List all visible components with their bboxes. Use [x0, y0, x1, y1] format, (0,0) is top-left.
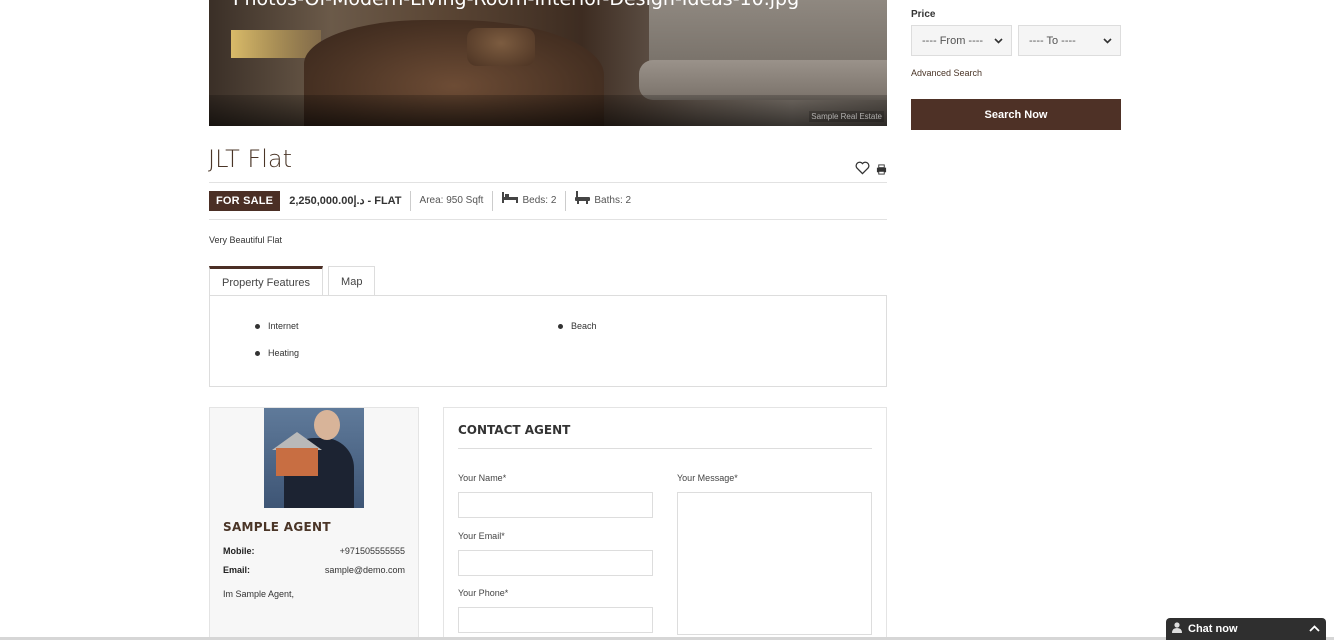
- photo-watermark: Sample Real Estate: [809, 111, 884, 122]
- email-label-text: Your Email: [458, 531, 502, 541]
- property-description: Very Beautiful Flat: [209, 235, 283, 245]
- agent-card: SAMPLE AGENT Mobile: +971505555555 Email…: [209, 407, 419, 640]
- price-from-select[interactable]: ---- From ----: [911, 25, 1012, 56]
- agent-email[interactable]: sample@demo.com: [325, 565, 405, 575]
- property-actions: [855, 161, 887, 180]
- print-icon[interactable]: [876, 162, 887, 180]
- agent-photo[interactable]: [264, 408, 364, 508]
- favorite-heart-icon[interactable]: [855, 161, 870, 180]
- bullet-icon: [558, 323, 563, 329]
- bathtub-icon: [575, 190, 591, 212]
- feature-label: Heating: [268, 348, 300, 358]
- contact-title: CONTACT AGENT: [458, 423, 571, 437]
- features-panel: Internet Beach Heating: [209, 295, 887, 387]
- beds-info: Beds: 2: [493, 191, 567, 211]
- feature-label: Internet: [268, 321, 299, 331]
- feature-label: Beach: [571, 321, 597, 331]
- advanced-search-link[interactable]: Advanced Search: [911, 68, 982, 78]
- phone-label: Your Phone*: [458, 588, 508, 598]
- meta-divider: [209, 219, 887, 220]
- email-input[interactable]: [458, 550, 653, 576]
- chevron-down-icon: [994, 35, 1003, 47]
- phone-input[interactable]: [458, 607, 653, 633]
- property-tabs: Property Features Map: [209, 266, 376, 296]
- message-label: Your Message*: [677, 473, 738, 483]
- search-now-button[interactable]: Search Now: [911, 99, 1121, 130]
- chat-label: Chat now: [1188, 623, 1238, 635]
- user-icon: [1172, 622, 1182, 636]
- required-mark: *: [734, 473, 738, 483]
- beds-text: Beds: 2: [522, 195, 557, 206]
- property-photo[interactable]: Photos-Of-Modern-Living-Room-Interior-De…: [209, 0, 887, 126]
- agent-mobile-row: Mobile: +971505555555: [223, 546, 405, 556]
- bullet-icon: [255, 350, 260, 356]
- price-to-select[interactable]: ---- To ----: [1018, 25, 1121, 56]
- contact-divider: [458, 448, 872, 449]
- email-label: Your Email*: [458, 531, 505, 541]
- mobile-label: Mobile:: [223, 546, 255, 556]
- baths-text: Baths: 2: [594, 195, 632, 206]
- chevron-down-icon: [1103, 35, 1112, 47]
- agent-name[interactable]: SAMPLE AGENT: [223, 520, 331, 534]
- feature-item: Beach: [558, 321, 597, 331]
- agent-bio-text: Im Sample Agent,: [223, 589, 295, 599]
- required-mark: *: [501, 531, 505, 541]
- chevron-up-icon[interactable]: [1309, 623, 1320, 635]
- price-to-value: ---- To ----: [1029, 34, 1076, 47]
- property-meta: FOR SALE 2,250,000.00د.إ - FLAT Area: 95…: [209, 190, 640, 212]
- contact-agent-form: CONTACT AGENT Your Name* Your Email* You…: [443, 407, 887, 640]
- title-divider: [209, 182, 887, 183]
- tab-map[interactable]: Map: [328, 266, 376, 296]
- message-textarea[interactable]: [677, 492, 872, 635]
- tab-property-features[interactable]: Property Features: [209, 266, 324, 296]
- price-from-value: ---- From ----: [922, 34, 984, 47]
- price-label: Price: [911, 9, 936, 20]
- hero-floor-shade: [209, 95, 887, 126]
- property-price: 2,250,000.00د.إ - FLAT: [289, 191, 411, 211]
- bed-icon: [502, 191, 519, 211]
- property-title: JLT Flat: [208, 145, 293, 173]
- required-mark: *: [502, 473, 507, 483]
- message-label-text: Your Message: [677, 473, 735, 483]
- house-model: [276, 448, 318, 476]
- email-label: Email:: [223, 565, 251, 575]
- area-info: Area: 950 Sqft: [411, 191, 494, 211]
- name-label: Your Name*: [458, 473, 506, 483]
- agent-bio: Im Sample Agent,: [223, 589, 405, 599]
- feature-item: Internet: [255, 321, 299, 331]
- hero-sofa-seat: [639, 60, 887, 100]
- area-text: Area: 950 Sqft: [419, 195, 484, 206]
- hero-pouf: [467, 28, 535, 66]
- chat-widget[interactable]: Chat now: [1166, 618, 1326, 640]
- baths-info: Baths: 2: [566, 190, 640, 212]
- photo-caption: Photos-Of-Modern-Living-Room-Interior-De…: [233, 0, 799, 10]
- name-input[interactable]: [458, 492, 653, 518]
- feature-item: Heating: [255, 348, 299, 358]
- phone-label-text: Your Phone: [458, 588, 505, 598]
- name-label-text: Your Name: [458, 473, 503, 483]
- bullet-icon: [255, 323, 260, 329]
- required-mark: *: [504, 588, 509, 598]
- agent-mobile[interactable]: +971505555555: [340, 546, 405, 556]
- status-badge: FOR SALE: [209, 191, 281, 211]
- agent-email-row: Email: sample@demo.com: [223, 565, 405, 575]
